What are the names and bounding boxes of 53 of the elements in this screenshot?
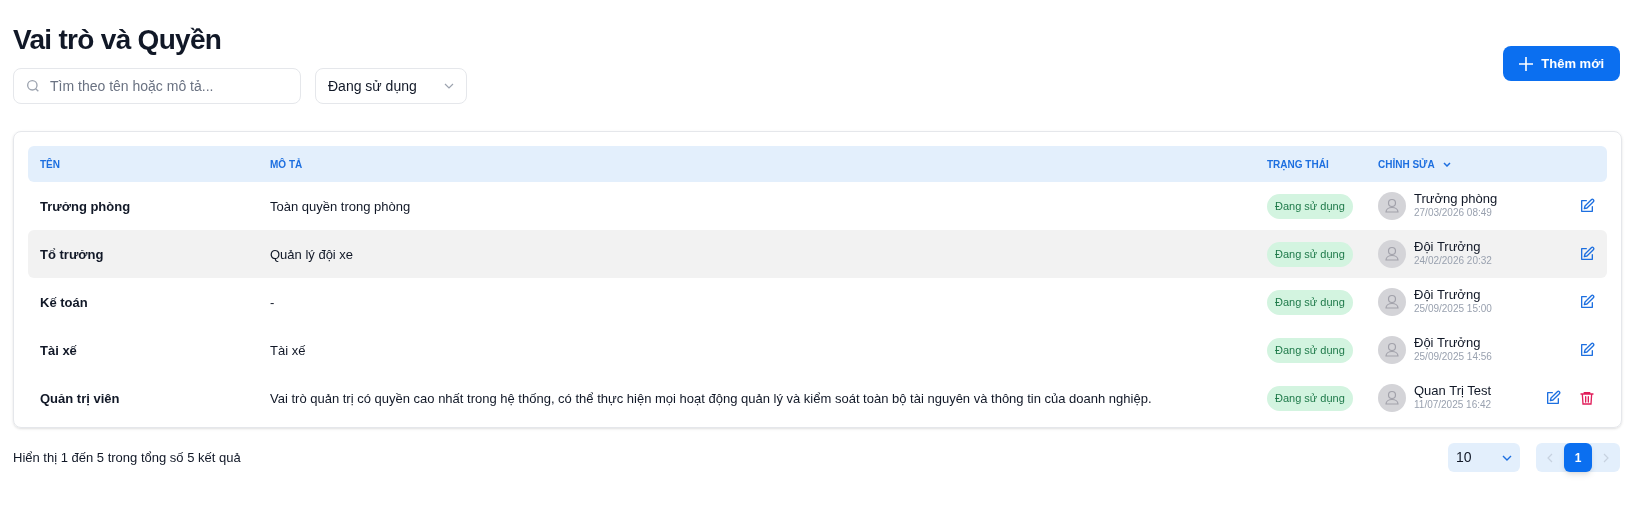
- role-description: -: [270, 295, 275, 310]
- role-description: Vai trò quản trị có quyền cao nhất trong hệ thống, có thể thực hiện mọi hoạt động quản lý và kiểm soát toàn bộ tài nguyên và thông tin của doanh nghiệp.: [270, 391, 1152, 406]
- editor-name: Quan Trị Test: [1414, 384, 1492, 398]
- status-badge: Đang sử dụng: [1267, 290, 1353, 315]
- role-name: Trưởng phòng: [40, 199, 131, 214]
- plus-icon: [1519, 56, 1534, 71]
- role-description: Tài xế: [270, 343, 306, 358]
- editor-name: Đội Trưởng: [1414, 288, 1482, 302]
- sort-chevron-icon[interactable]: [1442, 161, 1451, 167]
- page-button[interactable]: 1: [1564, 443, 1592, 472]
- column-header: MÔ TẢ: [270, 157, 303, 172]
- role-name: Tổ trưởng: [40, 247, 104, 262]
- delete-icon[interactable]: [1579, 390, 1595, 406]
- edited-time: 11/07/2025 16:42: [1414, 398, 1492, 412]
- editor-name: Đội Trưởng: [1414, 240, 1482, 254]
- avatar-icon: [1378, 192, 1406, 220]
- results-summary: Hiển thị 1 đến 5 trong tổng số 5 kết quả: [13, 448, 241, 467]
- avatar-icon: [1378, 384, 1406, 412]
- search-field[interactable]: Tìm theo tên hoặc mô tả...: [13, 68, 301, 104]
- status-badge: Đang sử dụng: [1267, 242, 1353, 267]
- edited-time: 25/09/2025 14:56: [1414, 350, 1492, 364]
- role-description: Toàn quyền trong phòng: [270, 199, 411, 214]
- edit-icon[interactable]: [1545, 390, 1561, 406]
- edit-icon[interactable]: [1579, 294, 1595, 310]
- chevron-down-icon: [1502, 454, 1512, 461]
- edit-icon[interactable]: [1579, 342, 1595, 358]
- column-header[interactable]: CHỈNH SỬA: [1378, 156, 1435, 172]
- edit-icon[interactable]: [1579, 246, 1595, 262]
- column-header: TRẠNG THÁI: [1267, 157, 1329, 172]
- role-name: Kế toán: [40, 295, 88, 310]
- role-name: Tài xế: [40, 343, 77, 358]
- page-title: Vai trò và Quyền: [13, 23, 223, 57]
- status-badge: Đang sử dụng: [1267, 386, 1353, 411]
- avatar-icon: [1378, 288, 1406, 316]
- status-dropdown[interactable]: Đang sử dụng: [315, 68, 467, 104]
- edited-time: 27/03/2026 08:49: [1414, 206, 1493, 220]
- role-description: Quản lý đội xe: [270, 247, 354, 262]
- table-row-highlight[interactable]: Tổ trưởng Quản lý đội xe Đang sử dụng Đội Trưởng 24/02/2026 20:32: [28, 230, 1607, 278]
- avatar-icon: [1378, 240, 1406, 268]
- role-name: Quản trị viên: [40, 391, 120, 406]
- page-size-dropdown[interactable]: 10: [1448, 443, 1520, 472]
- editor-name: Trưởng phòng: [1414, 192, 1498, 206]
- chevron-down-icon: [444, 83, 454, 89]
- status-badge: Đang sử dụng: [1267, 338, 1353, 363]
- column-header: TÊN: [40, 157, 60, 172]
- search-icon: [25, 78, 41, 94]
- edited-time: 24/02/2026 20:32: [1414, 254, 1492, 268]
- status-badge: Đang sử dụng: [1267, 194, 1353, 219]
- avatar-icon: [1378, 336, 1406, 364]
- add-button[interactable]: Thêm mới: [1503, 46, 1620, 81]
- edited-time: 25/09/2025 15:00: [1414, 302, 1492, 316]
- edit-icon[interactable]: [1579, 198, 1595, 214]
- editor-name: Đội Trưởng: [1414, 336, 1482, 350]
